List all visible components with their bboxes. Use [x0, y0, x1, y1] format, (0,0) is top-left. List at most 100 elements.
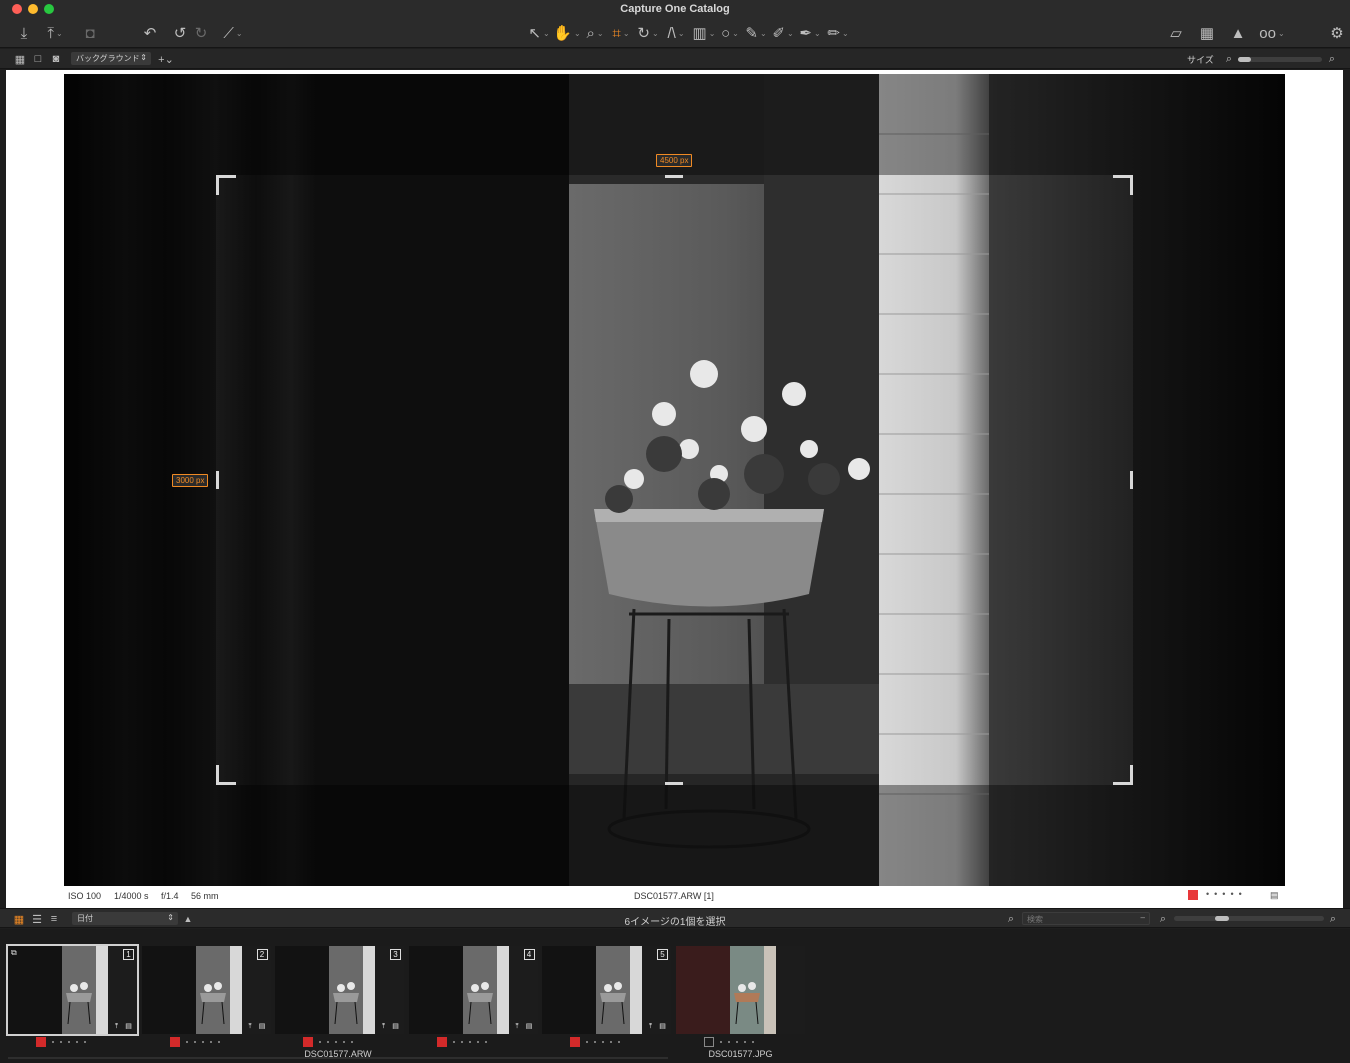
color-tag-swatch[interactable] [36, 1037, 46, 1047]
adjustments-icon[interactable]: ▤ [1270, 890, 1279, 901]
rating-dot[interactable] [76, 1041, 78, 1043]
redo-icon[interactable]: ↻ [193, 22, 209, 44]
filmstrip-thumbnail[interactable]: 2 ⤒ ▤ [141, 946, 271, 1034]
clone-icon[interactable]: ✐ ⌄ [771, 22, 795, 44]
crop-handle-right[interactable] [1130, 471, 1133, 489]
size-slider[interactable] [1238, 57, 1322, 62]
color-tag-swatch[interactable] [436, 1037, 447, 1047]
color-tag-swatch[interactable] [570, 1037, 580, 1047]
rating-dot[interactable] [335, 1041, 337, 1043]
rating-dot[interactable] [193, 1041, 196, 1043]
thumbnail-rating-row[interactable] [169, 1037, 220, 1047]
rating-dot[interactable] [327, 1041, 329, 1043]
crop-handle-left[interactable] [216, 471, 219, 489]
color-tag-swatch[interactable] [1188, 890, 1198, 900]
rating-dot[interactable] [618, 1041, 620, 1043]
rotate-icon[interactable]: ↻ ⌄ [636, 22, 660, 44]
thumb-size-slider[interactable] [1174, 916, 1324, 921]
filmstrip-thumbnail[interactable]: 5 ⤒ ▤ [542, 946, 671, 1034]
camera-icon[interactable]: ◘ [80, 22, 100, 44]
crop-handle-bottom[interactable] [665, 782, 683, 785]
grid-icon[interactable]: ▦ [1197, 22, 1217, 44]
zoom-in-icon[interactable]: ⌕ [1325, 52, 1339, 66]
filmstrip-thumbnail[interactable] [675, 946, 805, 1034]
filmstrip-thumbnail[interactable]: 3 ⤒ ▤ [275, 946, 404, 1034]
rating-dot[interactable] [351, 1041, 353, 1043]
thumb-size-small-icon[interactable]: ⌕ [1156, 912, 1170, 926]
rating-stars[interactable]: ••••• [1206, 889, 1247, 899]
rating-dot[interactable] [343, 1041, 345, 1043]
rating-dot[interactable] [594, 1041, 596, 1043]
auto-adjust-icon[interactable]: ⟋ ⌄ [218, 22, 248, 44]
rating-dot[interactable] [52, 1041, 54, 1043]
gradient-mask-icon[interactable]: ▥ ⌄ [692, 22, 716, 44]
keystone-icon[interactable]: /\ ⌄ [664, 22, 688, 44]
background-select[interactable]: バックグラウンド ⇕ [71, 52, 151, 65]
crop-icon[interactable]: ⌗ ⌄ [609, 22, 633, 44]
rating-dot[interactable] [735, 1041, 738, 1043]
rating-dot[interactable] [484, 1041, 487, 1043]
color-tag-swatch[interactable] [703, 1037, 714, 1047]
rating-dot[interactable] [476, 1041, 479, 1043]
undo-icon[interactable]: ↺ [170, 22, 190, 44]
thumb-size-large-icon[interactable]: ⌕ [1326, 912, 1340, 926]
rating-dot[interactable] [452, 1041, 455, 1043]
thumbnail-rating-row[interactable] [36, 1037, 86, 1047]
rating-dot[interactable] [209, 1041, 212, 1043]
rating-dot[interactable] [586, 1041, 588, 1043]
search-input[interactable]: 検索 – [1022, 912, 1150, 925]
thumbnail-rating-row[interactable] [436, 1037, 487, 1047]
thumbnail-rating-row[interactable] [570, 1037, 620, 1047]
brush-icon[interactable]: ✎ ⌄ [744, 22, 768, 44]
color-tag-swatch[interactable] [169, 1037, 180, 1047]
rating-dot[interactable] [201, 1041, 204, 1043]
crop-corner-bottom-left[interactable] [216, 765, 236, 785]
rating-dot[interactable] [84, 1041, 86, 1043]
rating-dot[interactable] [468, 1041, 471, 1043]
rating-dot[interactable] [217, 1041, 220, 1043]
rating-dot[interactable] [460, 1041, 463, 1043]
color-tag-swatch[interactable] [303, 1037, 313, 1047]
edit-icon[interactable]: ▱ [1166, 22, 1186, 44]
thumbnail-rating-row[interactable] [703, 1037, 754, 1047]
filmstrip-thumbnail[interactable]: 1 ⤒ ▤ ⧉ [6, 944, 139, 1036]
crop-handle-top[interactable] [665, 175, 683, 178]
rating-dot[interactable] [185, 1041, 188, 1043]
filmstrip-thumbnail[interactable]: 4 ⤒ ▤ [408, 946, 538, 1034]
crop-corner-top-left[interactable] [216, 175, 236, 195]
proof-view-icon[interactable]: ◙ [49, 52, 63, 66]
search-icon[interactable]: ⌕ [1004, 912, 1018, 926]
rating-dot[interactable] [68, 1041, 70, 1043]
loupe-glasses-icon[interactable]: oo ⌄ [1255, 22, 1289, 44]
crop-corner-top-right[interactable] [1113, 175, 1133, 195]
reset-icon[interactable]: ↶ [140, 22, 160, 44]
rating-dot[interactable] [60, 1041, 62, 1043]
rating-dot[interactable] [727, 1041, 730, 1043]
stack-icon[interactable]: ⧉ [11, 948, 17, 958]
thumbnail-rating-row[interactable] [303, 1037, 353, 1047]
crop-corner-bottom-right[interactable] [1113, 765, 1133, 785]
pan-hand-icon[interactable]: ✋ ⌄ [553, 22, 580, 44]
rating-dot[interactable] [610, 1041, 612, 1043]
circle-mask-icon[interactable]: ○ ⌄ [718, 22, 742, 44]
picker-icon[interactable]: ✒ ⌄ [798, 22, 822, 44]
zoom-icon[interactable]: ⌕ ⌄ [583, 22, 607, 44]
add-icon[interactable]: +⌄ [156, 52, 176, 66]
rating-dot[interactable] [743, 1041, 746, 1043]
clear-search-icon[interactable]: – [1141, 913, 1145, 922]
rating-dot[interactable] [751, 1041, 754, 1043]
annotate-icon[interactable]: ✏ ⌄ [826, 22, 850, 44]
rating-dot[interactable] [319, 1041, 321, 1043]
rating-dot[interactable] [602, 1041, 604, 1043]
zoom-out-icon[interactable]: ⌕ [1222, 52, 1236, 66]
select-cursor-icon[interactable]: ↖ ⌄ [527, 22, 551, 44]
exposure-warning-icon[interactable]: ▲ [1228, 22, 1248, 44]
workspace-icon[interactable]: ⚙ [1328, 22, 1346, 44]
rating-dot[interactable] [719, 1041, 722, 1043]
multi-view-icon[interactable]: ▦ [13, 52, 27, 66]
photo-canvas[interactable]: 4500 px 3000 px [64, 74, 1285, 886]
export-icon[interactable]: ⤒ ⌄ [40, 22, 70, 44]
thumb-size-knob[interactable] [1214, 916, 1229, 921]
import-icon[interactable]: ⤓ [14, 22, 34, 44]
single-view-icon[interactable]: □ [31, 52, 45, 66]
